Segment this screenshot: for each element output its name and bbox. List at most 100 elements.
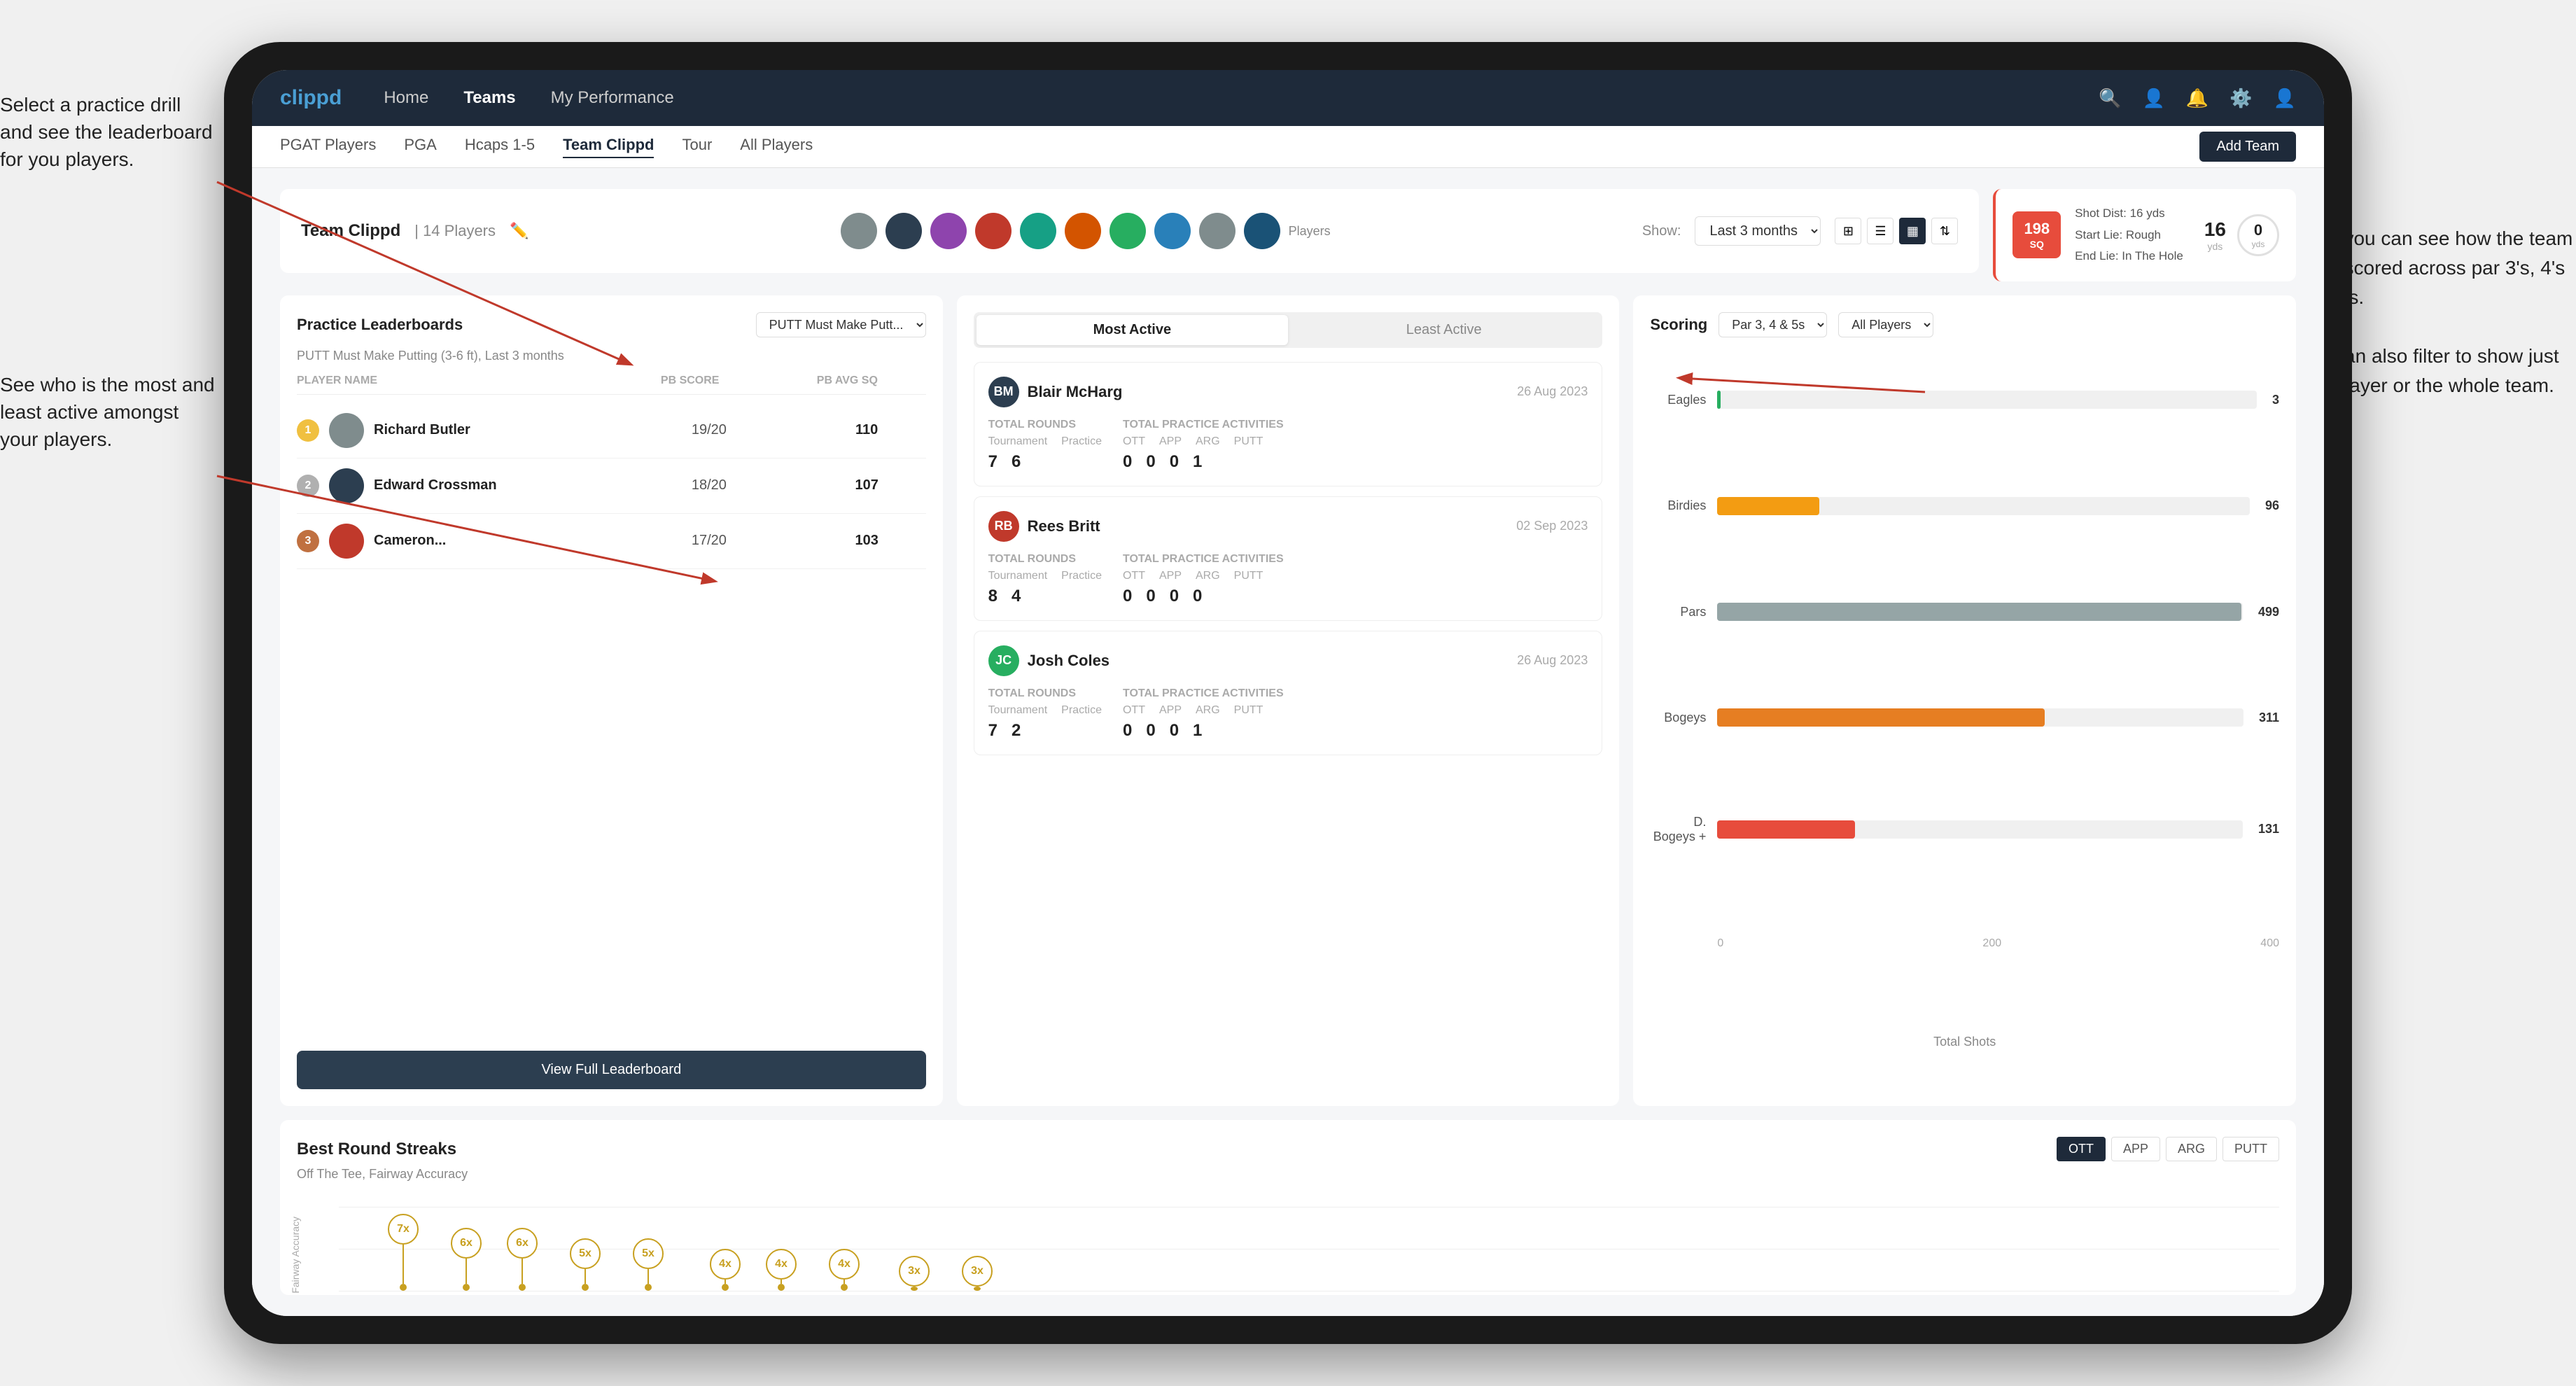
avatar-4[interactable] — [975, 213, 1011, 249]
subnav-pga[interactable]: PGA — [404, 136, 436, 158]
subnav-tour[interactable]: Tour — [682, 136, 712, 158]
avatar-9[interactable] — [1199, 213, 1236, 249]
practice-leaderboard-panel: Practice Leaderboards PUTT Must Make Put… — [280, 295, 943, 1106]
bar-label-birdies: Birdies — [1650, 498, 1706, 513]
player-filter-select[interactable]: All Players — [1838, 312, 1933, 337]
bar-row-dbogeys: D. Bogeys + 131 — [1650, 815, 2279, 844]
pac-player-2: RB Rees Britt — [988, 511, 1100, 542]
total-rounds-label-1: Total Rounds — [988, 419, 1102, 431]
rank-badge-1: 1 — [297, 419, 319, 442]
best-streaks-section: Best Round Streaks OTT APP ARG PUTT Off … — [280, 1120, 2296, 1295]
subnav-all-players[interactable]: All Players — [740, 136, 813, 158]
shot-card: 198 SQ Shot Dist: 16 yds Start Lie: Roug… — [1993, 189, 2296, 281]
list-item: 5x — [570, 1238, 601, 1291]
practice-val-1: 6 — [1011, 452, 1021, 472]
nav-link-teams[interactable]: Teams — [463, 88, 515, 108]
pin-dot-1 — [400, 1284, 407, 1291]
avatar-2[interactable] — [886, 213, 922, 249]
nav-icons: 🔍 👤 🔔 ⚙️ 👤 — [2099, 88, 2296, 109]
pac-header-1: BM Blair McHarg 26 Aug 2023 — [988, 377, 1588, 407]
bell-icon[interactable]: 🔔 — [2186, 88, 2208, 109]
bar-track-eagles — [1717, 391, 2257, 409]
bar-label-eagles: Eagles — [1650, 393, 1706, 407]
subnav-team-clippd[interactable]: Team Clippd — [563, 136, 654, 158]
nav-link-home[interactable]: Home — [384, 88, 428, 108]
player-avg-1: 110 — [808, 422, 926, 438]
total-rounds-label-2: Total Rounds — [988, 553, 1102, 566]
streaks-filter-buttons: OTT APP ARG PUTT — [2057, 1137, 2279, 1161]
pac-stats-2: Total Rounds TournamentPractice 8 4 — [988, 553, 1588, 606]
pin-bubble-1: 7x — [388, 1214, 419, 1245]
avatar-6[interactable] — [1065, 213, 1101, 249]
list-item: 4x — [710, 1249, 741, 1291]
filter-button[interactable]: ⇅ — [1931, 218, 1958, 244]
player-avatars: Players — [841, 213, 1331, 249]
leaderboard-title: Practice Leaderboards — [297, 316, 463, 334]
shot-badge: 198 SQ — [2012, 211, 2061, 258]
list-item: 3x — [962, 1256, 993, 1291]
avatar-3[interactable] — [930, 213, 967, 249]
list-item: 6x — [451, 1228, 482, 1291]
most-active-tab[interactable]: Most Active — [976, 315, 1288, 345]
list-item: RB Rees Britt 02 Sep 2023 Total Rounds T… — [974, 496, 1603, 621]
total-practice-group-1: Total Practice Activities OTTAPPARGPUTT … — [1123, 419, 1284, 472]
player-avatar-3 — [329, 524, 364, 559]
pac-player-1: BM Blair McHarg — [988, 377, 1123, 407]
list-item: 3x — [899, 1256, 930, 1291]
subnav-hcaps[interactable]: Hcaps 1-5 — [465, 136, 535, 158]
list-item: JC Josh Coles 26 Aug 2023 Total Rounds T… — [974, 631, 1603, 755]
edit-icon[interactable]: ✏️ — [510, 222, 528, 240]
view-full-leaderboard-button[interactable]: View Full Leaderboard — [297, 1051, 926, 1089]
pac-date-3: 26 Aug 2023 — [1517, 653, 1588, 668]
pac-avatar-1: BM — [988, 377, 1019, 407]
avatar-5[interactable] — [1020, 213, 1056, 249]
filter-putt[interactable]: PUTT — [2222, 1137, 2279, 1161]
table-row: 1 Richard Butler 19/20 110 — [297, 403, 926, 458]
subnav-pgat[interactable]: PGAT Players — [280, 136, 376, 158]
grid-line-mid — [339, 1249, 2279, 1250]
filter-arg[interactable]: ARG — [2166, 1137, 2217, 1161]
col-pb-score: PB SCORE — [611, 374, 769, 387]
total-rounds-group-1: Total Rounds Tournament Practice 7 6 — [988, 419, 1102, 472]
show-select[interactable]: Last 3 months — [1695, 216, 1821, 246]
pac-avatar-3: JC — [988, 645, 1019, 676]
player-name-1: Richard Butler — [374, 422, 610, 438]
card-view-button[interactable]: ▦ — [1899, 218, 1926, 244]
avatar-1[interactable] — [841, 213, 877, 249]
avatar-7[interactable] — [1110, 213, 1146, 249]
user-avatar-icon[interactable]: 👤 — [2274, 88, 2296, 109]
filter-ott[interactable]: OTT — [2057, 1137, 2106, 1161]
bar-value-birdies: 96 — [2265, 498, 2279, 513]
list-view-button[interactable]: ☰ — [1867, 218, 1893, 244]
search-icon[interactable]: 🔍 — [2099, 88, 2121, 109]
least-active-tab[interactable]: Least Active — [1288, 315, 1600, 345]
profile-icon[interactable]: 👤 — [2143, 88, 2165, 109]
bar-value-pars: 499 — [2258, 605, 2279, 620]
shot-details: Shot Dist: 16 yds Start Lie: Rough End L… — [2075, 203, 2183, 267]
grid-view-button[interactable]: ⊞ — [1835, 218, 1861, 244]
bar-fill-dbogeys — [1717, 820, 1855, 839]
annotation-top-left: Select a practice drill and see the lead… — [0, 91, 217, 174]
total-practice-group-3: Total Practice Activities OTTAPPARGPUTT … — [1123, 687, 1284, 741]
nav-link-performance[interactable]: My Performance — [551, 88, 674, 108]
sub-nav: PGAT Players PGA Hcaps 1-5 Team Clippd T… — [252, 126, 2324, 168]
player-score-3: 17/20 — [620, 533, 798, 549]
add-team-button[interactable]: Add Team — [2199, 132, 2296, 162]
rounds-sublabels-1: Tournament Practice — [988, 435, 1102, 448]
total-rounds-group-2: Total Rounds TournamentPractice 8 4 — [988, 553, 1102, 606]
bar-track-bogeys — [1717, 708, 2244, 727]
avatar-10[interactable] — [1244, 213, 1280, 249]
leaderboard-header: Practice Leaderboards PUTT Must Make Put… — [297, 312, 926, 337]
scoring-panel: Scoring Par 3, 4 & 5s All Players Eagles — [1633, 295, 2296, 1106]
avatar-8[interactable] — [1154, 213, 1191, 249]
player-score-1: 19/20 — [620, 422, 798, 438]
filter-app[interactable]: APP — [2111, 1137, 2160, 1161]
streaks-chart: % Fairway Accuracy 7x 6x — [297, 1193, 2279, 1295]
bar-label-bogeys: Bogeys — [1650, 710, 1706, 725]
pac-name-3: Josh Coles — [1028, 652, 1110, 670]
drill-select[interactable]: PUTT Must Make Putt... — [756, 312, 926, 337]
settings-icon[interactable]: ⚙️ — [2230, 88, 2252, 109]
bar-fill-pars — [1717, 603, 2241, 621]
list-item: 4x — [766, 1249, 797, 1291]
par-filter-select[interactable]: Par 3, 4 & 5s — [1718, 312, 1827, 337]
